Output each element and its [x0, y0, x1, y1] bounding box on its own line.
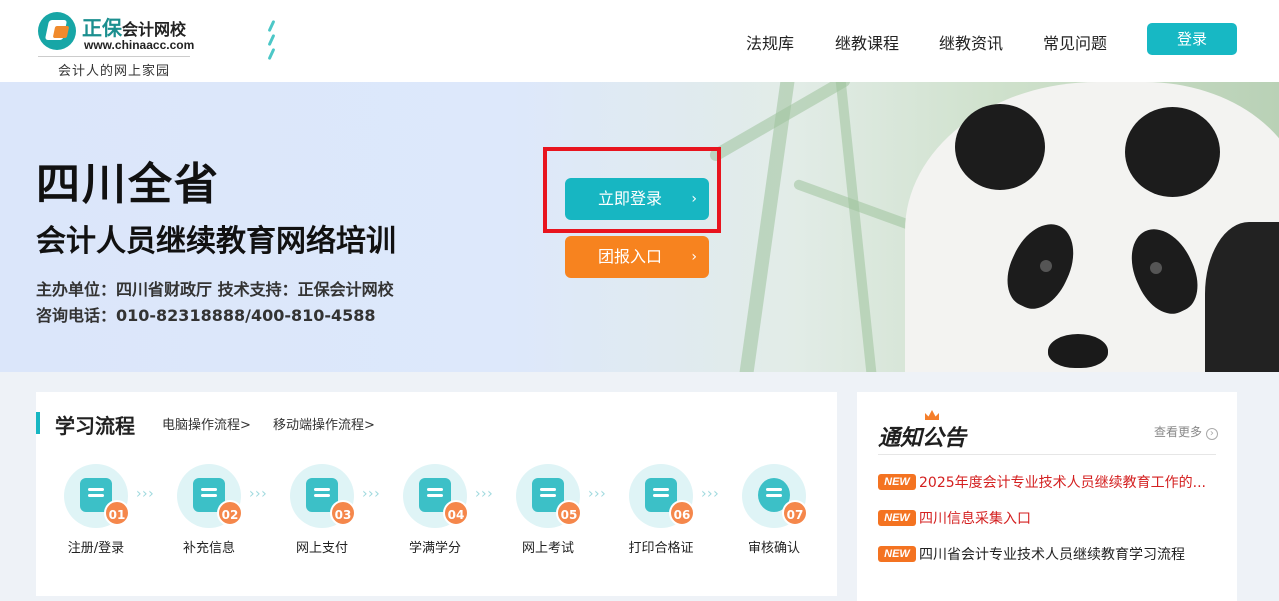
step-arrow-icon: › › ›: [249, 486, 267, 502]
login-now-label: 立即登录: [598, 189, 663, 208]
step-label: 学满学分: [408, 541, 461, 556]
bamboo-decoration: [832, 82, 878, 372]
login-now-button[interactable]: 立即登录 ›: [565, 178, 709, 220]
step-supplement-info[interactable]: 02 补充信息: [159, 464, 259, 574]
notice-item-text: 2025年度会计专业技术人员继续教育工作的...: [919, 474, 1206, 491]
step-number: 02: [217, 500, 243, 526]
step-complete-credits[interactable]: 04 学满学分: [385, 464, 485, 574]
step-arrow-icon: › › ›: [136, 486, 154, 502]
view-more-label: 查看更多: [1154, 425, 1203, 439]
mobile-guide-link[interactable]: 移动端操作流程>: [273, 414, 375, 433]
step-label: 审核确认: [747, 541, 800, 556]
step-label: 打印合格证: [628, 541, 694, 556]
step-number: 07: [782, 500, 808, 526]
step-online-payment[interactable]: 03 网上支付: [272, 464, 372, 574]
step-number: 03: [330, 500, 356, 526]
decorative-ornament-icon: [266, 18, 276, 68]
logo-brand: 正保会计网校: [82, 12, 186, 41]
banner-title: 四川全省: [36, 159, 220, 210]
notice-title: 通知公告: [878, 425, 967, 451]
logo-brand-main: 正保: [82, 18, 122, 40]
step-number: 06: [669, 500, 695, 526]
banner-subtitle: 会计人员继续教育网络培训: [36, 224, 396, 259]
header-login-button[interactable]: 登录: [1147, 23, 1237, 55]
new-badge: NEW: [878, 545, 916, 562]
new-badge: NEW: [878, 473, 916, 490]
logo-brand-sub: 会计网校: [122, 22, 187, 39]
view-more-link[interactable]: 查看更多 ›: [1154, 423, 1218, 440]
step-register-login[interactable]: 01 注册/登录: [46, 464, 146, 574]
step-print-certificate[interactable]: 06 打印合格证: [611, 464, 711, 574]
step-review-confirm[interactable]: 07 审核确认: [724, 464, 824, 574]
circle-chevron-right-icon: ›: [1205, 428, 1218, 440]
notice-item-text: 四川信息采集入口: [919, 510, 1031, 527]
step-number: 01: [104, 500, 130, 526]
notice-item-text: 四川省会计专业技术人员继续教育学习流程: [919, 546, 1185, 563]
step-arrow-icon: › › ›: [475, 486, 493, 502]
logo-tagline: 会计人的网上家园: [38, 56, 190, 79]
new-badge: NEW: [878, 509, 916, 526]
banner-host-info: 主办单位：四川省财政厅 技术支持：正保会计网校: [36, 280, 394, 299]
step-arrow-icon: › › ›: [701, 486, 719, 502]
group-registration-button[interactable]: 团报入口 ›: [565, 236, 709, 278]
logo-mark-icon: [38, 12, 76, 50]
learning-process-title: 学习流程: [55, 414, 135, 438]
header: 正保会计网校 www.chinaacc.com 会计人的网上家园 法规库 继教课…: [0, 0, 1279, 82]
notice-card: 通知公告 查看更多 › NEW 2025年度会计专业技术人员继续教育工作的... …: [857, 392, 1237, 601]
step-label: 网上考试: [521, 541, 574, 556]
notice-divider: [878, 454, 1216, 455]
step-number: 05: [556, 500, 582, 526]
logo-url: www.chinaacc.com: [84, 38, 195, 52]
step-label: 注册/登录: [67, 541, 125, 556]
step-arrow-icon: › › ›: [588, 486, 606, 502]
section-accent-bar: [36, 412, 40, 434]
step-number: 04: [443, 500, 469, 526]
step-label: 网上支付: [295, 541, 348, 556]
chevron-right-icon: ›: [691, 249, 697, 265]
nav-news[interactable]: 继教资讯: [939, 30, 1003, 54]
site-logo[interactable]: 正保会计网校 www.chinaacc.com 会计人的网上家园: [38, 8, 194, 79]
step-label: 补充信息: [182, 541, 235, 556]
nav-faq[interactable]: 常见问题: [1043, 30, 1107, 54]
step-arrow-icon: › › ›: [362, 486, 380, 502]
nav-regulations[interactable]: 法规库: [746, 30, 794, 54]
group-registration-label: 团报入口: [598, 247, 663, 266]
notice-item[interactable]: NEW 四川省会计专业技术人员继续教育学习流程: [878, 543, 1223, 563]
nav-courses[interactable]: 继教课程: [835, 30, 899, 54]
pc-guide-link[interactable]: 电脑操作流程>: [162, 414, 251, 433]
learning-process-card: 学习流程 电脑操作流程> 移动端操作流程> 01 注册/登录 › › › 02 …: [36, 392, 837, 596]
banner-phone-info: 咨询电话：010-82318888/400-810-4588: [36, 306, 376, 325]
step-online-exam[interactable]: 05 网上考试: [498, 464, 598, 574]
notice-item[interactable]: NEW 2025年度会计专业技术人员继续教育工作的...: [878, 471, 1223, 491]
crown-icon: [925, 410, 939, 420]
chevron-right-icon: ›: [691, 191, 697, 207]
notice-item[interactable]: NEW 四川信息采集入口: [878, 507, 1223, 527]
